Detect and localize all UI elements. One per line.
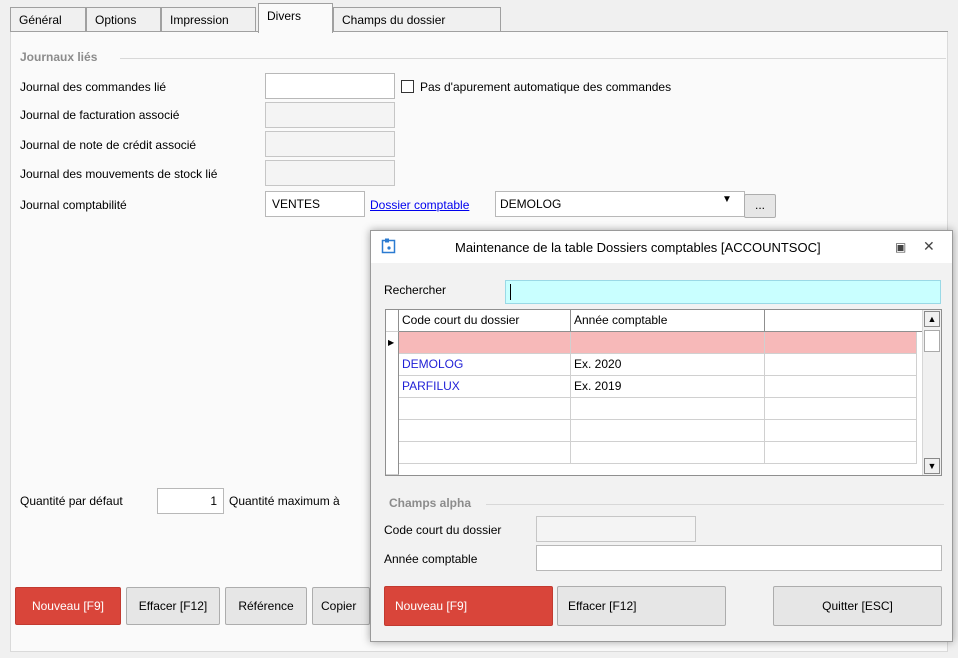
dropdown-arrow-icon: ▼ [722, 194, 732, 205]
dialog-title-bar[interactable]: Maintenance de la table Dossiers comptab… [371, 231, 952, 263]
label-journal-facturation: Journal de facturation associé [20, 108, 180, 122]
group-title-journaux: Journaux liés [20, 50, 98, 64]
tab-options[interactable]: Options [86, 7, 161, 31]
checkbox-pas-apurement[interactable] [401, 80, 414, 93]
table-row-cell[interactable] [571, 398, 765, 420]
grid-vertical-scrollbar[interactable]: ▲ ▼ [922, 310, 941, 475]
table-row-cell[interactable] [399, 398, 571, 420]
row-pointer-icon: ▶ [388, 338, 395, 347]
dialog-nouveau-button[interactable]: Nouveau [F9] [384, 586, 553, 626]
table-row-cell[interactable] [765, 420, 917, 442]
tab-general[interactable]: Général [10, 7, 86, 31]
effacer-button[interactable]: Effacer [F12] [126, 587, 220, 625]
input-journal-comptabilite[interactable]: VENTES [265, 191, 365, 217]
table-row-code[interactable]: DEMOLOG [399, 354, 571, 376]
column-header-empty[interactable] [765, 310, 923, 332]
table-row-cell[interactable] [399, 420, 571, 442]
tab-impression[interactable]: Impression [161, 7, 256, 31]
table-row-annee[interactable]: Ex. 2020 [571, 354, 765, 376]
group-divider [120, 58, 946, 59]
label-journal-comptabilite: Journal comptabilité [20, 198, 127, 212]
select-dossier-comptable[interactable]: DEMOLOG ▼ [495, 191, 745, 217]
input-annee-comptable[interactable] [536, 545, 942, 571]
label-annee-comptable: Année comptable [384, 552, 478, 566]
scroll-thumb[interactable] [924, 330, 940, 352]
app-icon [381, 238, 397, 254]
table-row-new-cell[interactable] [399, 332, 571, 354]
table-row-new-cell[interactable] [571, 332, 765, 354]
table-row-cell[interactable] [765, 354, 917, 376]
table-row-cell[interactable] [765, 398, 917, 420]
restore-icon[interactable]: ▣ [895, 240, 906, 254]
dialog-title: Maintenance de la table Dossiers comptab… [455, 240, 821, 255]
table-row-code[interactable]: PARFILUX [399, 376, 571, 398]
tab-divers[interactable]: Divers [258, 3, 333, 33]
table-row-annee[interactable]: Ex. 2019 [571, 376, 765, 398]
table-row-cell[interactable] [399, 442, 571, 464]
dialog-quitter-button[interactable]: Quitter [ESC] [773, 586, 942, 626]
copier-button[interactable]: Copier [312, 587, 370, 625]
scroll-up-arrow-icon[interactable]: ▲ [924, 311, 940, 327]
label-journal-commandes: Journal des commandes lié [20, 80, 167, 94]
nouveau-button[interactable]: Nouveau [F9] [15, 587, 121, 625]
ellipsis-button[interactable]: ... [744, 194, 776, 218]
input-journal-mouvements[interactable] [265, 160, 395, 186]
row-indicator-column [386, 332, 399, 475]
select-dossier-comptable-value: DEMOLOG [500, 197, 562, 211]
dialog-maintenance-dossiers: Maintenance de la table Dossiers comptab… [370, 230, 953, 642]
label-code-court: Code court du dossier [384, 523, 502, 537]
table-row-cell[interactable] [571, 442, 765, 464]
input-journal-facturation[interactable] [265, 102, 395, 128]
link-dossier-comptable[interactable]: Dossier comptable [370, 198, 469, 212]
input-journal-commandes[interactable] [265, 73, 395, 99]
input-quantite-defaut[interactable]: 1 [157, 488, 224, 514]
label-rechercher: Rechercher [384, 283, 447, 297]
table-row-cell[interactable] [765, 442, 917, 464]
search-input[interactable] [505, 280, 941, 304]
input-code-court[interactable] [536, 516, 696, 542]
input-journal-comptabilite-value: VENTES [272, 197, 321, 211]
input-quantite-defaut-value: 1 [210, 494, 217, 508]
label-journal-note-credit: Journal de note de crédit associé [20, 138, 197, 152]
scroll-down-arrow-icon[interactable]: ▼ [924, 458, 940, 474]
dossiers-grid[interactable]: Code court du dossier Année comptable ▶ … [385, 309, 942, 476]
column-header-annee[interactable]: Année comptable [571, 310, 765, 332]
label-pas-apurement: Pas d'apurement automatique des commande… [420, 80, 672, 94]
column-header-code[interactable]: Code court du dossier [399, 310, 571, 332]
input-journal-note-credit[interactable] [265, 131, 395, 157]
label-quantite-defaut: Quantité par défaut [20, 494, 123, 508]
group-title-champs-alpha: Champs alpha [389, 496, 472, 510]
text-cursor [510, 284, 511, 300]
table-row-cell[interactable] [765, 376, 917, 398]
close-icon[interactable]: ✕ [923, 238, 935, 255]
table-row-new-cell[interactable] [765, 332, 917, 354]
reference-button[interactable]: Référence [225, 587, 307, 625]
label-journal-mouvements: Journal des mouvements de stock lié [20, 167, 218, 181]
grid-row-header-corner [386, 310, 399, 332]
group-divider [486, 504, 944, 505]
table-row-cell[interactable] [571, 420, 765, 442]
tab-champs-du-dossier[interactable]: Champs du dossier [333, 7, 501, 31]
label-quantite-maximum: Quantité maximum à [229, 494, 340, 508]
dialog-effacer-button[interactable]: Effacer [F12] [557, 586, 726, 626]
